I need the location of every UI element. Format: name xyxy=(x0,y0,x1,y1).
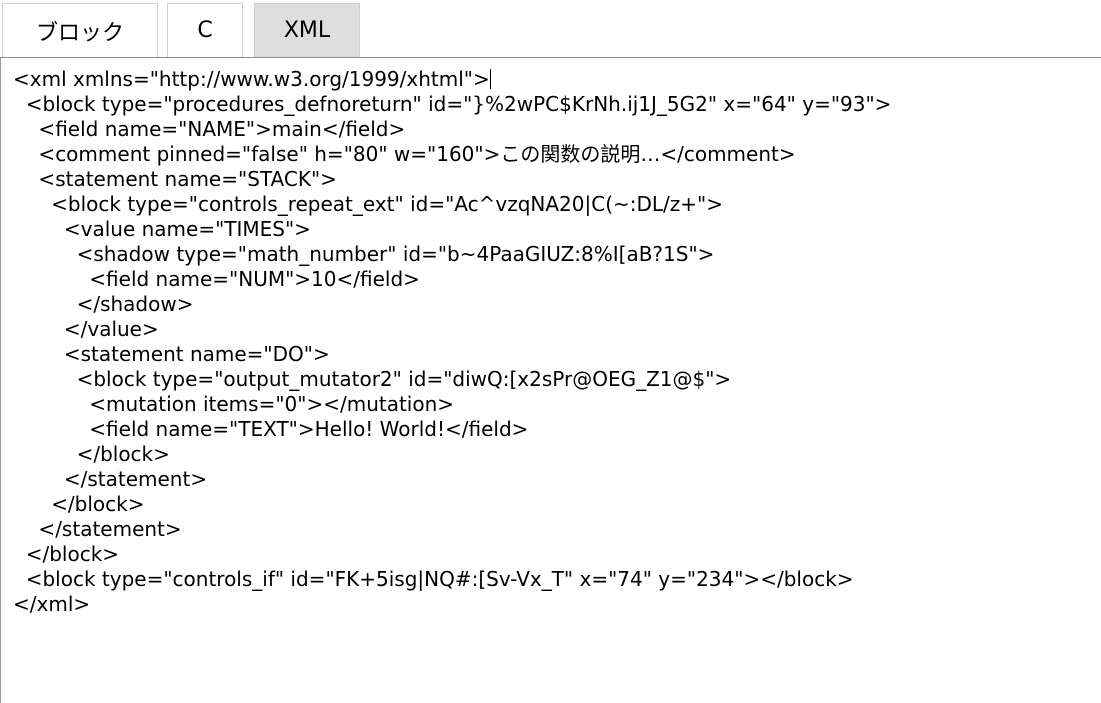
code-line: </statement> xyxy=(13,517,182,541)
code-line: <field name="TEXT">Hello! World!</field> xyxy=(13,417,529,441)
code-line: </statement> xyxy=(13,467,208,491)
text-caret xyxy=(489,69,491,89)
code-line: </shadow> xyxy=(13,292,194,316)
code-line: <mutation items="0"></mutation> xyxy=(13,392,455,416)
code-line: <block type="procedures_defnoreturn" id=… xyxy=(13,92,892,116)
tab-bar: ブロック C XML xyxy=(0,0,1101,58)
code-line: <field name="NUM">10</field> xyxy=(13,267,420,291)
code-line: </block> xyxy=(13,542,120,566)
code-line: </xml> xyxy=(13,592,91,616)
code-line: </block> xyxy=(13,442,170,466)
code-line: <block type="output_mutator2" id="diwQ:[… xyxy=(13,367,732,391)
code-line: <statement name="DO"> xyxy=(13,342,330,366)
code-line: <comment pinned="false" h="80" w="160">こ… xyxy=(13,142,796,166)
tab-blocks[interactable]: ブロック xyxy=(2,3,158,57)
code-line: <xml xmlns="http://www.w3.org/1999/xhtml… xyxy=(13,67,490,91)
xml-editor[interactable]: <xml xmlns="http://www.w3.org/1999/xhtml… xyxy=(0,58,1101,703)
code-line: <statement name="STACK"> xyxy=(13,167,337,191)
code-line: <shadow type="math_number" id="b~4PaaGIU… xyxy=(13,242,715,266)
code-line: <value name="TIMES"> xyxy=(13,217,311,241)
code-line: </block> xyxy=(13,492,145,516)
tab-c[interactable]: C xyxy=(167,3,243,57)
code-line: </value> xyxy=(13,317,159,341)
code-line: <block type="controls_if" id="FK+5isg|NQ… xyxy=(13,567,854,591)
code-line: <block type="controls_repeat_ext" id="Ac… xyxy=(13,192,723,216)
tab-xml[interactable]: XML xyxy=(254,3,360,57)
xml-code[interactable]: <xml xmlns="http://www.w3.org/1999/xhtml… xyxy=(13,67,891,617)
code-line: <field name="NAME">main</field> xyxy=(13,117,406,141)
